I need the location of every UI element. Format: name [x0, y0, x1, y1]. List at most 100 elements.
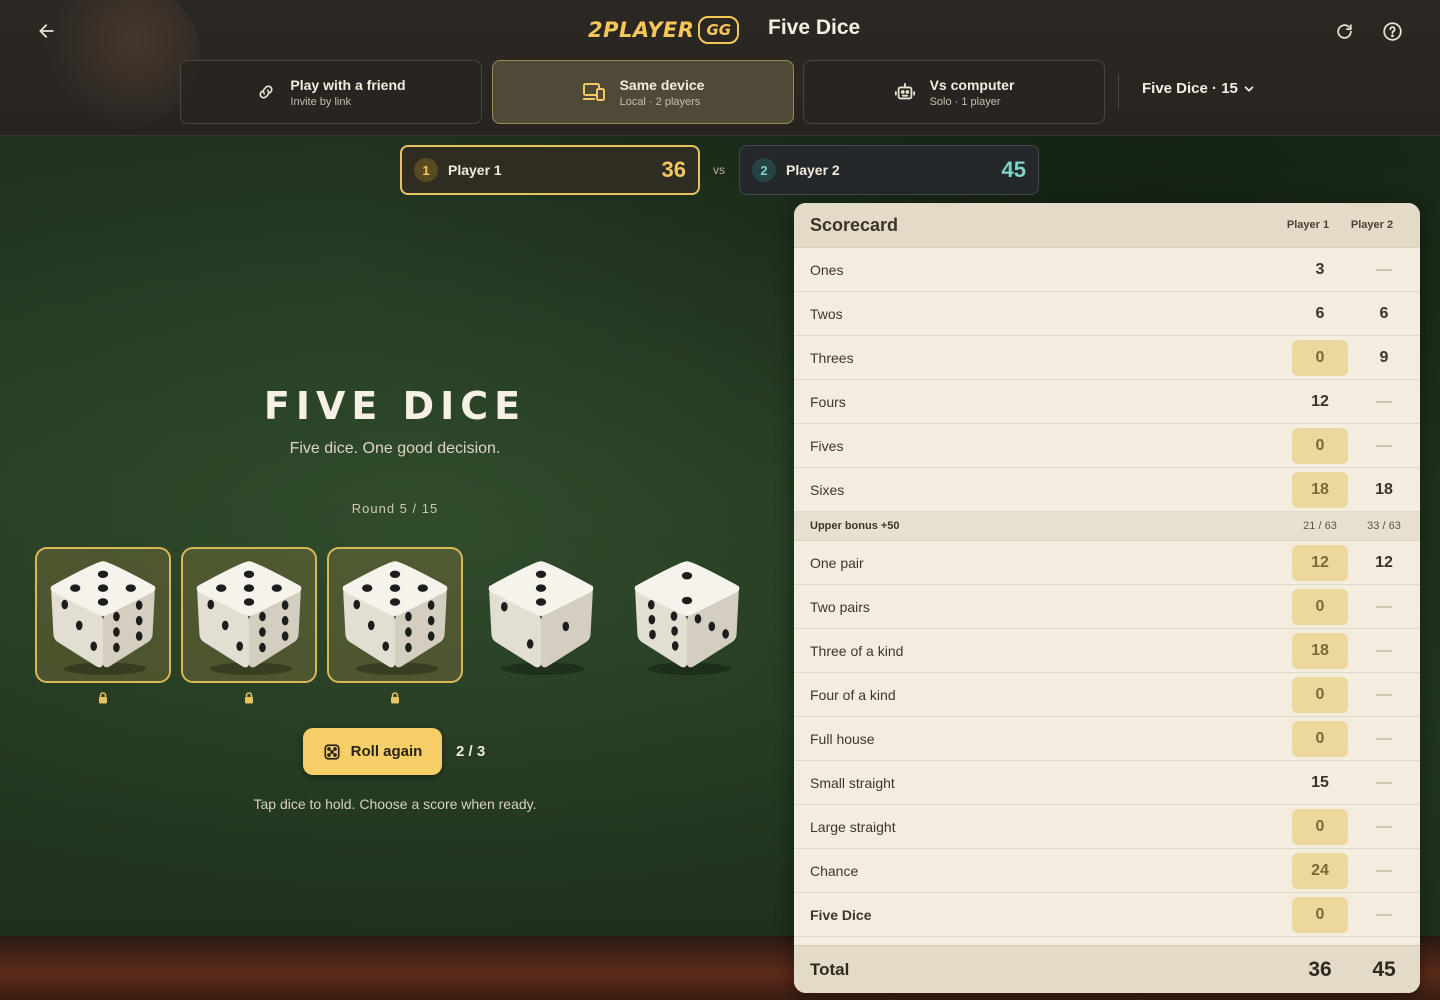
game-select-label: Five Dice · 15	[1142, 80, 1238, 97]
score-option-chip[interactable]: 0	[1292, 720, 1348, 757]
player-1-cell: 0	[1288, 585, 1352, 629]
dice-icon	[324, 743, 340, 760]
score-option-chip[interactable]: 0	[1292, 427, 1348, 464]
lock-icon	[245, 692, 253, 704]
die-graphic	[634, 561, 740, 675]
score-option-chip[interactable]: 0	[1292, 676, 1348, 713]
player-1-cell: 18	[1288, 629, 1352, 673]
player-1-score: 21 / 63	[1303, 520, 1337, 532]
die-4[interactable]	[473, 547, 609, 683]
die-2[interactable]	[181, 547, 317, 683]
score-option-chip[interactable]: 0	[1292, 588, 1348, 625]
score-row-label: Fours	[810, 393, 846, 410]
die-pip	[271, 584, 282, 592]
roll-again-button[interactable]: Roll again	[303, 728, 442, 775]
player-2-empty-cell	[1352, 673, 1416, 717]
hint-text: Tap dice to hold. Choose a score when re…	[253, 796, 537, 812]
upper-bonus-row: Upper bonus +50 21 / 63 33 / 63	[794, 512, 1420, 541]
help-circle-icon	[1382, 21, 1402, 41]
die-pip	[97, 598, 109, 606]
score-row: Large straight 0	[794, 805, 1420, 849]
die-pip	[405, 642, 412, 653]
die-pip	[535, 584, 547, 592]
devices-icon	[582, 83, 605, 101]
score-row: Threes 0 9	[794, 336, 1420, 380]
score-row-label: Upper bonus +50	[810, 520, 900, 532]
score-option-chip[interactable]: 24	[1292, 852, 1348, 889]
die-pip	[417, 584, 428, 592]
score-row: Twos 6 6	[794, 292, 1420, 336]
mode-title: Same device	[619, 76, 705, 93]
scorecard-rows: Ones 3 Twos 6 6 Threes 0 9 Fours 12 Fives 0 Sixes 18 1…	[794, 248, 1420, 937]
site-logo[interactable]: 2PLAYER GG	[588, 14, 740, 46]
score-option-chip[interactable]: 18	[1292, 632, 1348, 669]
die-pip	[647, 600, 655, 610]
player-1-cell: 0	[1288, 717, 1352, 761]
mode-subtitle: Local · 2 players	[619, 95, 701, 108]
player-1-cell: 0	[1288, 893, 1352, 937]
player-2-empty-cell	[1352, 248, 1416, 292]
die-pip	[681, 596, 693, 605]
score-row: Full house 0	[794, 717, 1420, 761]
player-2-score: 33 / 63	[1367, 520, 1401, 532]
die-pip	[135, 615, 143, 626]
score-option-chip[interactable]: 12	[1292, 544, 1348, 581]
player-1-cell: 18	[1288, 468, 1352, 512]
mode-play-with-friend[interactable]: Play with a friend Invite by link	[180, 60, 482, 124]
die-pip	[281, 615, 289, 626]
die-pip	[389, 584, 401, 592]
die-pip	[501, 601, 508, 612]
die-graphic	[488, 561, 594, 675]
score-option-chip[interactable]: 0	[1292, 808, 1348, 845]
score-row: Chance 24	[794, 849, 1420, 893]
die-5[interactable]	[619, 547, 755, 683]
empty-dash	[1376, 693, 1392, 696]
score-row-label: Two pairs	[810, 598, 870, 615]
scorecard-header: Scorecard Player 1 Player 2	[794, 203, 1420, 248]
die-pip	[75, 620, 83, 631]
empty-dash	[1376, 268, 1392, 271]
lock-icon	[99, 692, 107, 704]
column-header-player-2: Player 2	[1350, 219, 1394, 231]
die-pip	[382, 641, 390, 651]
mode-subtitle: Invite by link	[290, 95, 351, 108]
die-1[interactable]	[35, 547, 171, 683]
page-title: Five Dice	[768, 16, 861, 39]
link-icon	[259, 85, 273, 99]
die-3[interactable]	[327, 547, 463, 683]
score-option-chip[interactable]: 0	[1292, 896, 1348, 933]
score-row-label: Four of a kind	[810, 686, 896, 703]
total-player-2: 45	[1372, 957, 1396, 981]
mode-subtitle: Solo · 1 player	[929, 95, 1001, 108]
help-button[interactable]	[1373, 12, 1411, 50]
die-pip	[405, 627, 412, 637]
player-2-empty-cell	[1352, 805, 1416, 849]
score-option-chip[interactable]: 18	[1292, 471, 1348, 508]
die-pip	[427, 615, 435, 626]
mode-vs-computer[interactable]: Vs computer Solo · 1 player	[803, 60, 1105, 124]
game-select-dropdown[interactable]: Five Dice · 15	[1142, 80, 1256, 97]
empty-dash	[1376, 737, 1392, 740]
restart-button[interactable]	[1325, 12, 1363, 50]
mode-same-device[interactable]: Same device Local · 2 players	[492, 60, 794, 124]
roll-again-label: Roll again	[350, 743, 423, 760]
player-2-score: 12	[1375, 553, 1393, 571]
score-option-chip[interactable]: 0	[1292, 339, 1348, 376]
die-pip	[207, 599, 215, 610]
score-row-label: Small straight	[810, 774, 895, 791]
player-1-cell: 0	[1288, 673, 1352, 717]
die-pip	[671, 641, 679, 651]
lock-icon	[391, 692, 399, 704]
die-pip	[562, 621, 570, 632]
back-button[interactable]	[28, 12, 66, 50]
die-pip	[259, 627, 266, 637]
empty-dash	[1376, 913, 1392, 916]
score-row-label: Chance	[810, 862, 859, 879]
player-2-empty-cell	[1352, 893, 1416, 937]
score-row: One pair 12 12	[794, 541, 1420, 585]
empty-dash	[1376, 825, 1392, 828]
column-header-player-1: Player 1	[1286, 219, 1330, 231]
round-counter: Round 5 / 15	[351, 501, 439, 516]
player-1-cell: 24	[1288, 849, 1352, 893]
score-row: Five Dice 0	[794, 893, 1420, 937]
